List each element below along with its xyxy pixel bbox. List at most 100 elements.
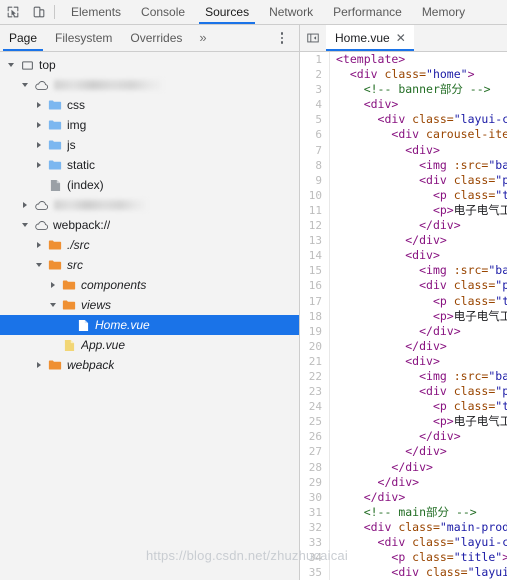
close-icon[interactable]: ✕ (396, 32, 406, 44)
tree-item-index[interactable]: (index) (0, 175, 299, 195)
code-line-content[interactable]: <p>电子电气工 (330, 203, 507, 218)
chevron-right-icon[interactable] (32, 135, 46, 155)
devtools-window: Elements Console Sources Network Perform… (0, 0, 507, 580)
code-line-content[interactable]: <template> (330, 52, 507, 67)
chevron-down-icon[interactable] (4, 55, 18, 75)
navigator-tabs: Page Filesystem Overrides » (0, 25, 300, 52)
tab-console[interactable]: Console (131, 0, 195, 24)
chevron-right-icon[interactable] (32, 235, 46, 255)
source-code-editor[interactable]: 1 <template> 2 <div class="home"> 3 <!-- ba… (300, 52, 507, 580)
code-line-content[interactable]: <div class="p (330, 384, 507, 399)
code-line-content[interactable]: <div> (330, 354, 507, 369)
navtab-page[interactable]: Page (0, 25, 46, 51)
code-line-content[interactable]: </div> (330, 233, 507, 248)
device-toolbar-icon[interactable] (26, 0, 52, 24)
line-number: 19 (300, 323, 330, 339)
line-number: 8 (300, 157, 330, 173)
navtab-overflow-icon[interactable]: » (191, 25, 214, 51)
editor-tab-home-vue[interactable]: Home.vue ✕ (326, 25, 414, 51)
code-line-content[interactable]: </div> (330, 324, 507, 339)
devtools-toolbar: Elements Console Sources Network Perform… (0, 0, 507, 25)
code-line-content[interactable]: <div class="home"> (330, 67, 507, 82)
line-number: 30 (300, 489, 330, 505)
tree-item-webpack[interactable]: webpack:// (0, 215, 299, 235)
code-line-content[interactable]: <p class="t (330, 294, 507, 309)
chevron-right-icon[interactable] (18, 195, 32, 215)
code-line-content[interactable]: </div> (330, 339, 507, 354)
code-line-content[interactable]: <img :src="ba (330, 369, 507, 384)
navtab-filesystem[interactable]: Filesystem (46, 25, 121, 51)
line-number: 32 (300, 519, 330, 535)
code-line-content[interactable]: <!-- banner部分 --> (330, 82, 507, 97)
code-line-content[interactable]: </div> (330, 444, 507, 459)
code-line-content[interactable]: <p class="t (330, 399, 507, 414)
chevron-right-icon[interactable] (32, 155, 46, 175)
domain-cloud-icon (32, 75, 50, 95)
tree-item-webpack[interactable]: webpack (0, 355, 299, 375)
tree-item-top[interactable]: top (0, 55, 299, 75)
tree-item-label: Home.vue (95, 318, 150, 332)
code-line-content[interactable]: </div> (330, 218, 507, 233)
code-line-content[interactable]: </div> (330, 429, 507, 444)
code-line-content[interactable]: <div class="main-prod (330, 520, 507, 535)
tree-item-label: App.vue (81, 338, 126, 352)
tree-item-src[interactable]: ./src (0, 235, 299, 255)
line-number: 9 (300, 172, 330, 188)
code-line-content[interactable]: <div class="p (330, 278, 507, 293)
code-line-content[interactable]: <div class="layui (330, 565, 507, 580)
tree-item-static[interactable]: static (0, 155, 299, 175)
line-number: 31 (300, 504, 330, 520)
file-navigator-tree[interactable]: top css img js static (index) webpack:// ./src s… (0, 52, 300, 580)
code-line-content[interactable]: <p>电子电气工 (330, 309, 507, 324)
code-line-content[interactable]: <div carousel-ite (330, 127, 507, 142)
tab-sources[interactable]: Sources (195, 0, 259, 24)
code-line-content[interactable]: <div class="layui-c (330, 112, 507, 127)
code-line-content[interactable]: </div> (330, 490, 507, 505)
show-navigator-icon[interactable] (300, 25, 326, 51)
code-line: 3 <!-- banner部分 --> (300, 82, 507, 98)
code-line: 17 <p class="t (300, 293, 507, 309)
code-line-content[interactable]: </div> (330, 475, 507, 490)
tree-item-home-vue[interactable]: Home.vue (0, 315, 299, 335)
code-line-content[interactable]: <div class="p (330, 173, 507, 188)
tree-item-src[interactable]: src (0, 255, 299, 275)
chevron-right-icon[interactable] (46, 275, 60, 295)
chevron-right-icon[interactable] (32, 355, 46, 375)
folder-icon (60, 295, 78, 315)
inspect-cursor-icon[interactable] (0, 0, 26, 24)
tab-performance[interactable]: Performance (323, 0, 412, 24)
code-line-content[interactable]: <div> (330, 97, 507, 112)
chevron-down-icon[interactable] (18, 215, 32, 235)
tree-item-js[interactable]: js (0, 135, 299, 155)
secondary-toolbar-row: Page Filesystem Overrides » Home.vue ✕ (0, 25, 507, 52)
code-line-content[interactable]: <img :src="ba (330, 158, 507, 173)
code-line-content[interactable]: </div> (330, 460, 507, 475)
tree-item-img[interactable]: img (0, 115, 299, 135)
code-line-content[interactable]: <p class="title"> (330, 550, 507, 565)
chevron-right-icon[interactable] (32, 95, 46, 115)
code-line: 26 </div> (300, 429, 507, 445)
tree-item-css[interactable]: css (0, 95, 299, 115)
tab-memory[interactable]: Memory (412, 0, 475, 24)
code-line-content[interactable]: <p class="t (330, 188, 507, 203)
code-line-content[interactable]: <img :src="ba (330, 263, 507, 278)
code-line-content[interactable]: <div> (330, 143, 507, 158)
tree-item-app-vue[interactable]: App.vue (0, 335, 299, 355)
code-line-content[interactable]: <div class="layui-c (330, 535, 507, 550)
tree-item-views[interactable]: views (0, 295, 299, 315)
chevron-down-icon[interactable] (18, 75, 32, 95)
chevron-down-icon[interactable] (46, 295, 60, 315)
code-line-content[interactable]: <div> (330, 248, 507, 263)
code-line-content[interactable]: <p>电子电气工 (330, 414, 507, 429)
code-line-content[interactable]: <!-- main部分 --> (330, 505, 507, 520)
chevron-down-icon[interactable] (32, 255, 46, 275)
navtab-overrides[interactable]: Overrides (121, 25, 191, 51)
tree-item-redacted[interactable] (0, 75, 299, 95)
tab-elements[interactable]: Elements (61, 0, 131, 24)
tree-item-redacted[interactable] (0, 195, 299, 215)
tree-item-components[interactable]: components (0, 275, 299, 295)
line-number: 21 (300, 353, 330, 369)
tab-network[interactable]: Network (259, 0, 323, 24)
chevron-right-icon[interactable] (32, 115, 46, 135)
more-options-icon[interactable] (275, 29, 289, 47)
